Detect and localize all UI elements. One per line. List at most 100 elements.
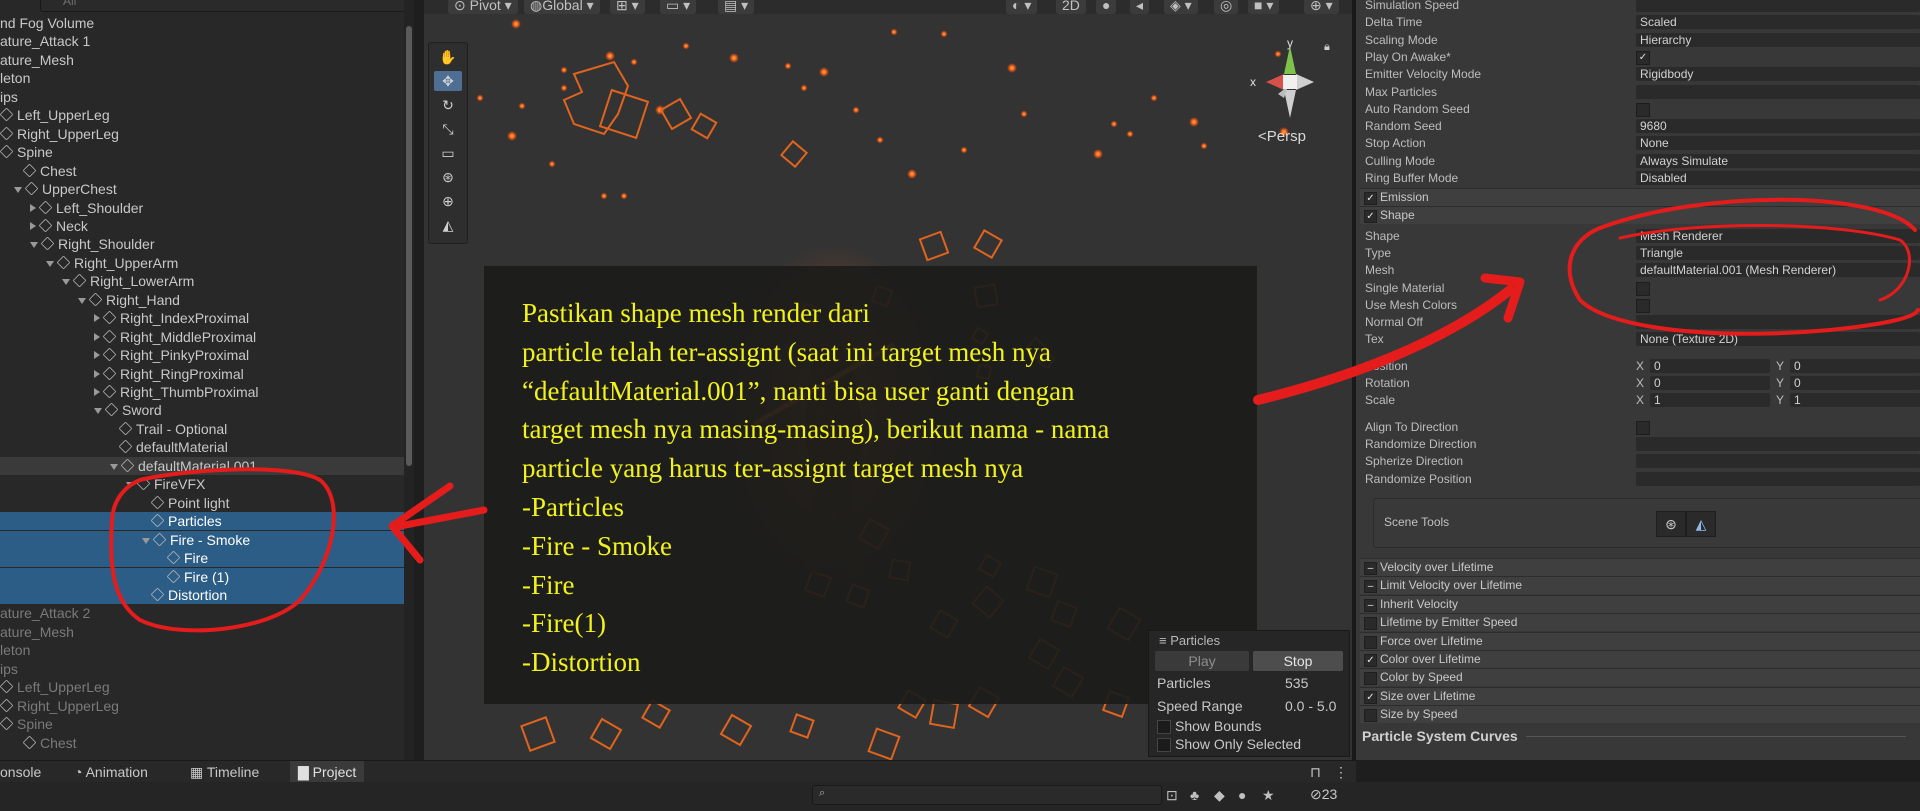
y-value-field[interactable]: 0	[1790, 359, 1920, 373]
y-value-field[interactable]: 1	[1790, 393, 1920, 408]
property-checkbox[interactable]: ✓	[1636, 50, 1650, 65]
module-toggle[interactable]	[1364, 672, 1377, 686]
hierarchy-item[interactable]: Spine	[0, 143, 404, 161]
expand-arrow-icon[interactable]	[62, 279, 70, 286]
tab-console[interactable]: onsole	[0, 764, 41, 780]
particle-shape-tool-icon[interactable]: ◭	[434, 215, 462, 235]
property-field[interactable]: Mesh Renderer	[1636, 229, 1920, 243]
expand-arrow-icon[interactable]	[78, 297, 86, 304]
emission-checkbox[interactable]: ✓	[1364, 192, 1377, 205]
module-toggle[interactable]: –	[1364, 562, 1377, 575]
hierarchy-item[interactable]: Fire - Smoke	[0, 530, 404, 549]
expand-arrow-icon[interactable]	[30, 242, 38, 249]
hierarchy-item[interactable]: Distortion	[0, 585, 404, 604]
hierarchy-item[interactable]: Right_Shoulder	[0, 235, 404, 253]
collapse-arrow-icon[interactable]	[94, 332, 100, 341]
y-value-field[interactable]: 0	[1790, 376, 1920, 391]
lighting-toggle[interactable]: ●	[1096, 0, 1117, 14]
visibility-toggle[interactable]: ◎	[1214, 0, 1239, 14]
collapse-arrow-icon[interactable]	[94, 351, 100, 360]
hierarchy-item[interactable]: Neck	[0, 217, 404, 235]
property-field[interactable]	[1636, 471, 1920, 486]
property-checkbox[interactable]	[1636, 102, 1650, 117]
hierarchy-search-input[interactable]: All	[40, 0, 412, 12]
search-filter-icon[interactable]: ⊡	[1166, 787, 1178, 804]
property-field[interactable]: Triangle	[1636, 246, 1920, 261]
hierarchy-scrollbar[interactable]	[404, 0, 414, 760]
rect-tool-icon[interactable]: ▭	[434, 143, 462, 163]
property-field[interactable]: Disabled	[1636, 171, 1920, 185]
show-only-selected-checkbox[interactable]	[1157, 738, 1171, 752]
property-field[interactable]	[1636, 84, 1920, 99]
property-checkbox[interactable]	[1636, 421, 1650, 435]
hierarchy-item[interactable]: Right_UpperLeg	[0, 697, 404, 715]
hierarchy-item[interactable]: ature_Attack 2	[0, 604, 404, 622]
orientation-gizmo[interactable]: y x 🔒︎	[1240, 36, 1340, 128]
module-toggle[interactable]: ✓	[1364, 690, 1377, 704]
hierarchy-item[interactable]: Left_UpperLeg	[0, 106, 404, 124]
module-toggle[interactable]	[1364, 635, 1377, 649]
module-header[interactable]: Lifetime by Emitter Speed	[1360, 613, 1920, 632]
module-toggle[interactable]: –	[1364, 580, 1377, 594]
move-tool-icon[interactable]: ✥	[434, 71, 462, 91]
gizmos-dropdown[interactable]: ⊕ ▾	[1304, 0, 1339, 14]
property-field[interactable]: Scaled	[1636, 15, 1920, 30]
panel-menu-icon[interactable]: ⋮	[1334, 764, 1348, 781]
gizmo-x-cone[interactable]	[1266, 74, 1284, 90]
hierarchy-item[interactable]: FireVFX	[0, 475, 404, 493]
info-icon[interactable]: ●	[1238, 787, 1246, 803]
stop-button[interactable]: Stop	[1253, 651, 1343, 671]
gizmo-negy-cone[interactable]	[1284, 90, 1296, 118]
expand-arrow-icon[interactable]	[94, 408, 102, 415]
expand-arrow-icon[interactable]	[14, 187, 22, 194]
rotate-tool-icon[interactable]: ↻	[434, 95, 462, 115]
hierarchy-item[interactable]: Right_LowerArm	[0, 272, 404, 290]
tab-animation[interactable]: ◔ Animation	[74, 764, 148, 780]
hierarchy-item[interactable]: Left_UpperLeg	[0, 678, 404, 696]
hierarchy-item[interactable]: UpperChest	[0, 180, 404, 198]
hierarchy-item[interactable]: Point light	[0, 494, 404, 512]
hierarchy-item[interactable]: Right_Hand	[0, 291, 404, 309]
property-field[interactable]: defaultMaterial.001 (Mesh Renderer)	[1636, 263, 1920, 278]
tab-project[interactable]: ▇ Project	[290, 761, 365, 783]
hand-tool-icon[interactable]: ✋	[434, 47, 462, 67]
hierarchy-item[interactable]: ips	[0, 88, 404, 106]
hierarchy-item[interactable]: leton	[0, 69, 404, 87]
hierarchy-item[interactable]: Right_PinkyProximal	[0, 346, 404, 364]
filter-type-icon[interactable]: ♣	[1190, 787, 1199, 803]
expand-arrow-icon[interactable]	[126, 482, 134, 489]
audio-toggle[interactable]: ◂	[1130, 0, 1150, 14]
property-checkbox[interactable]	[1636, 298, 1650, 313]
hidden-packages-count[interactable]: ⊘23	[1310, 786, 1337, 803]
property-field[interactable]	[1636, 437, 1920, 452]
hierarchy-item[interactable]: Right_ThumbProximal	[0, 383, 404, 401]
collapse-arrow-icon[interactable]	[94, 388, 100, 396]
global-dropdown[interactable]: ◍Global ▾	[524, 0, 600, 14]
hierarchy-item[interactable]: ips	[0, 660, 404, 678]
property-field[interactable]: Rigidbody	[1636, 67, 1920, 82]
persp-label[interactable]: <Persp	[1258, 128, 1306, 145]
hierarchy-item[interactable]: Right_UpperLeg	[0, 125, 404, 143]
hierarchy-item[interactable]: Spine	[0, 715, 404, 733]
pivot-dropdown[interactable]: ⊙ Pivot ▾	[448, 0, 518, 14]
module-header[interactable]: ✓ Color over Lifetime	[1360, 650, 1920, 668]
hierarchy-item[interactable]: ature_Mesh	[0, 623, 404, 641]
module-header[interactable]: – Velocity over Lifetime	[1360, 558, 1920, 576]
hierarchy-item[interactable]: Fire (1)	[0, 567, 404, 586]
module-header[interactable]: Size by Speed	[1360, 705, 1920, 724]
hierarchy-item[interactable]: Right_IndexProximal	[0, 309, 404, 327]
hierarchy-item[interactable]: Chest	[0, 734, 404, 752]
module-header[interactable]: – Inherit Velocity	[1360, 594, 1920, 613]
2d-toggle[interactable]: 2D	[1056, 0, 1086, 14]
collapse-arrow-icon[interactable]	[30, 203, 36, 212]
expand-arrow-icon[interactable]	[46, 260, 54, 267]
hierarchy-item[interactable]: Right_MiddleProximal	[0, 328, 404, 346]
expand-arrow-icon[interactable]	[142, 537, 150, 544]
x-value-field[interactable]: 0	[1650, 359, 1770, 373]
module-toggle[interactable]	[1364, 709, 1377, 723]
hierarchy-item[interactable]: Right_UpperArm	[0, 254, 404, 272]
gizmo-negx-cone[interactable]	[1296, 74, 1314, 90]
hierarchy-item[interactable]: nd Fog Volume	[0, 14, 404, 32]
scale-tool-icon[interactable]: ⤡	[434, 119, 462, 139]
lock-panel-icon[interactable]: ⊓	[1310, 764, 1321, 781]
